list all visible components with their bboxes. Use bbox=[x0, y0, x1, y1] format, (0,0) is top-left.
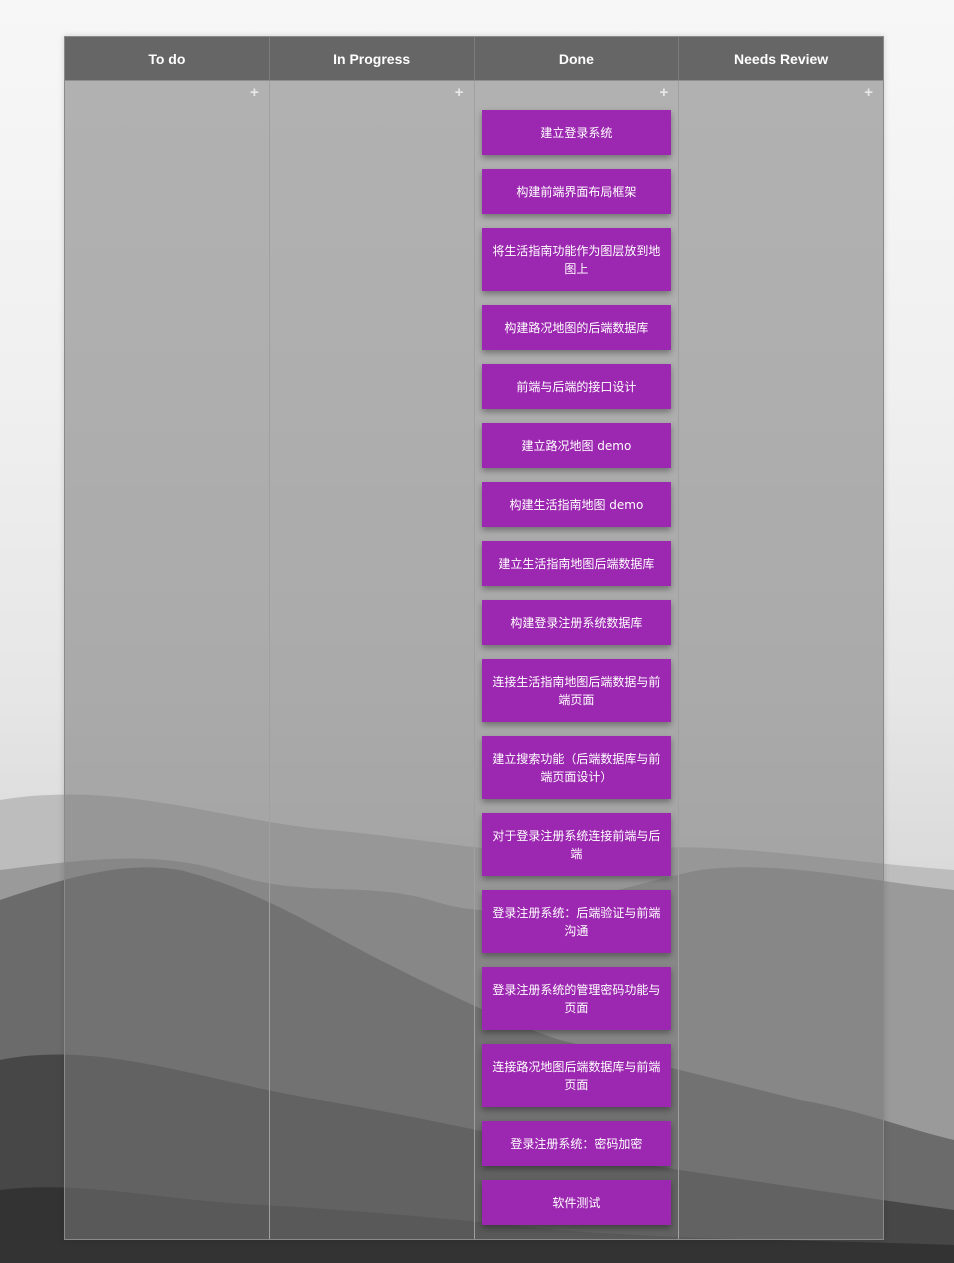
add-card-icon[interactable]: + bbox=[864, 85, 873, 101]
task-card[interactable]: 连接生活指南地图后端数据与前端页面 bbox=[481, 659, 671, 722]
task-card[interactable]: 建立搜索功能（后端数据库与前端页面设计） bbox=[481, 736, 671, 799]
task-card[interactable]: 登录注册系统的管理密码功能与页面 bbox=[481, 967, 671, 1030]
kanban-board: To do In Progress Done Needs Review + + … bbox=[64, 36, 884, 1240]
column-todo[interactable]: + bbox=[65, 81, 270, 1239]
column-in-progress[interactable]: + bbox=[270, 81, 475, 1239]
task-card[interactable]: 构建生活指南地图 demo bbox=[481, 482, 671, 527]
task-card[interactable]: 登录注册系统：后端验证与前端沟通 bbox=[481, 890, 671, 953]
column-header-in-progress: In Progress bbox=[270, 37, 475, 80]
task-card[interactable]: 构建路况地图的后端数据库 bbox=[481, 305, 671, 350]
task-card[interactable]: 建立路况地图 demo bbox=[481, 423, 671, 468]
column-done[interactable]: + 建立登录系统 构建前端界面布局框架 将生活指南功能作为图层放到地图上 构建路… bbox=[475, 81, 680, 1239]
task-card[interactable]: 构建前端界面布局框架 bbox=[481, 169, 671, 214]
task-card[interactable]: 建立生活指南地图后端数据库 bbox=[481, 541, 671, 586]
task-card[interactable]: 构建登录注册系统数据库 bbox=[481, 600, 671, 645]
board-header: To do In Progress Done Needs Review bbox=[65, 37, 883, 81]
task-card[interactable]: 登录注册系统：密码加密 bbox=[481, 1121, 671, 1166]
task-card[interactable]: 对于登录注册系统连接前端与后端 bbox=[481, 813, 671, 876]
add-card-icon[interactable]: + bbox=[455, 85, 464, 101]
column-needs-review[interactable]: + bbox=[679, 81, 883, 1239]
task-card[interactable]: 将生活指南功能作为图层放到地图上 bbox=[481, 228, 671, 291]
add-card-icon[interactable]: + bbox=[250, 85, 259, 101]
column-header-todo: To do bbox=[65, 37, 270, 80]
add-card-icon[interactable]: + bbox=[659, 85, 668, 101]
board-columns: + + + 建立登录系统 构建前端界面布局框架 将生活指南功能作为图层放到地图上… bbox=[65, 81, 883, 1239]
column-header-needs-review: Needs Review bbox=[734, 50, 829, 67]
task-card[interactable]: 连接路况地图后端数据库与前端页面 bbox=[481, 1044, 671, 1107]
task-card[interactable]: 软件测试 bbox=[481, 1180, 671, 1225]
task-card[interactable]: 建立登录系统 bbox=[481, 110, 671, 155]
task-card[interactable]: 前端与后端的接口设计 bbox=[481, 364, 671, 409]
column-header-done: Done bbox=[475, 37, 680, 80]
